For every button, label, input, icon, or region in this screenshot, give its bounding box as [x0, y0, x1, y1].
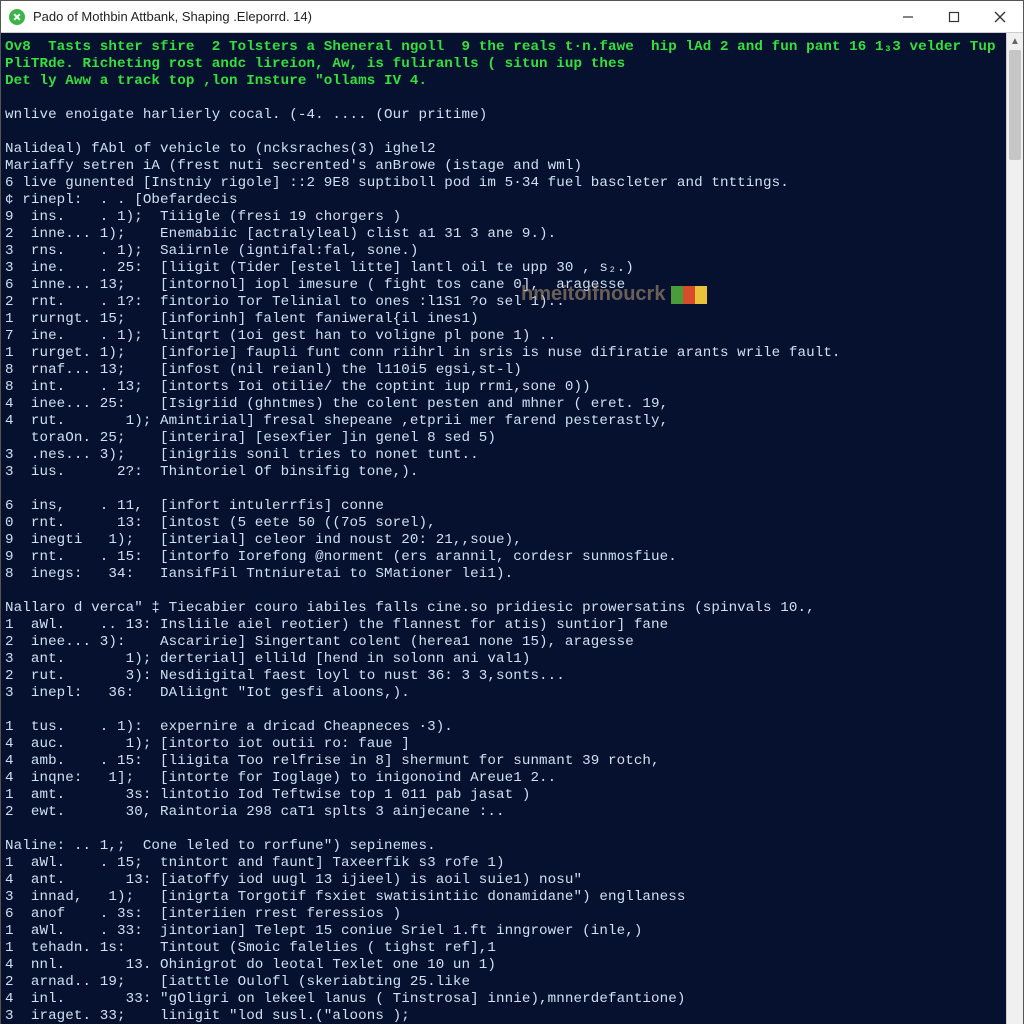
scroll-up-button[interactable]: ▲: [1007, 33, 1023, 50]
titlebar[interactable]: Pado of Mothbin Attbank, Shaping .Elepor…: [1, 1, 1023, 33]
minimize-button[interactable]: [885, 1, 931, 33]
maximize-icon: [948, 11, 960, 23]
minimize-icon: [902, 11, 914, 23]
terminal-output[interactable]: Ov8 Tasts shter sfire 2 Tolsters a Shene…: [1, 33, 1006, 1024]
app-window: Pado of Mothbin Attbank, Shaping .Elepor…: [0, 0, 1024, 1024]
close-icon: [994, 11, 1006, 23]
scroll-thumb[interactable]: [1009, 50, 1021, 160]
client-area: Ov8 Tasts shter sfire 2 Tolsters a Shene…: [1, 33, 1023, 1024]
window-title: Pado of Mothbin Attbank, Shaping .Elepor…: [33, 9, 312, 24]
vertical-scrollbar[interactable]: ▲ ▼: [1006, 33, 1023, 1024]
scroll-track[interactable]: [1007, 50, 1023, 1024]
app-icon: [9, 9, 25, 25]
maximize-button[interactable]: [931, 1, 977, 33]
close-button[interactable]: [977, 1, 1023, 33]
